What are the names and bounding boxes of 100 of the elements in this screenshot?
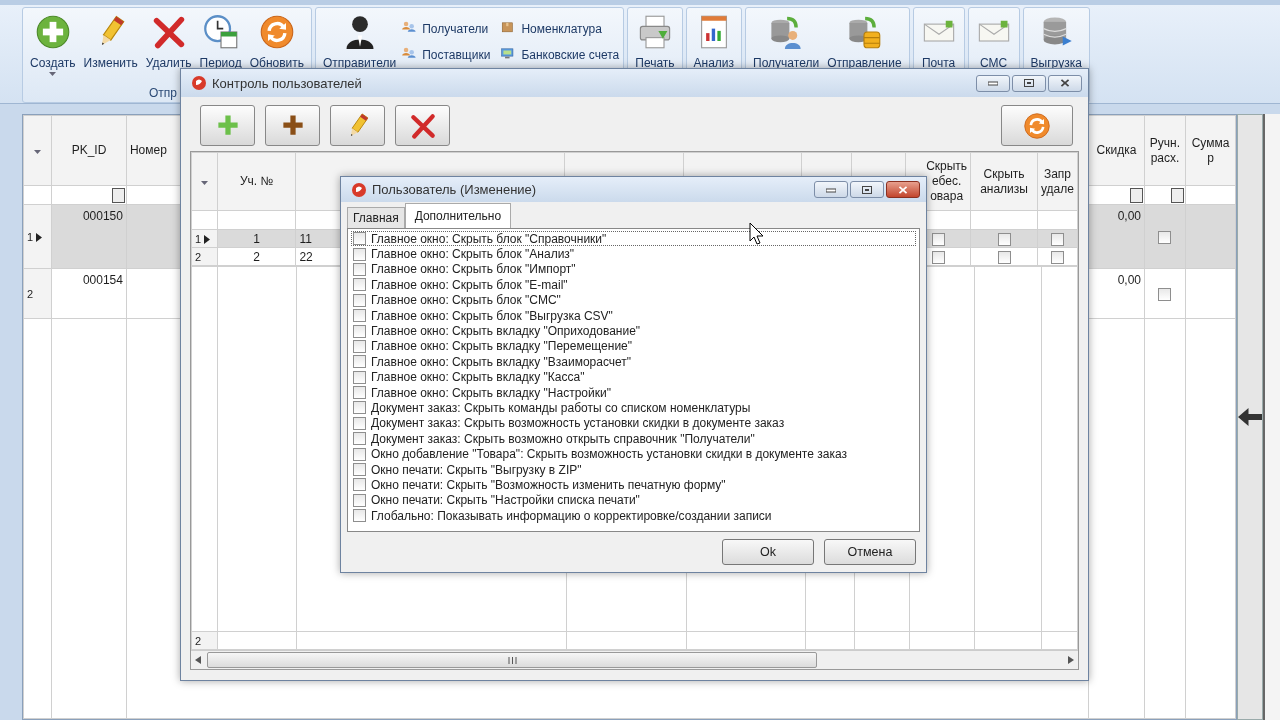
column-header[interactable]: Сумма р	[1185, 115, 1236, 186]
checkbox[interactable]	[1158, 230, 1172, 244]
column-header[interactable]: Запр удале	[1037, 152, 1078, 211]
checkbox[interactable]	[353, 370, 366, 384]
horizontal-scrollbar[interactable]	[191, 650, 1078, 669]
refresh-icon	[258, 13, 295, 50]
checkbox[interactable]	[353, 386, 366, 400]
table-cell: 2	[217, 247, 296, 266]
close-button[interactable]	[1048, 74, 1082, 92]
option-label: Главное окно: Скрыть вкладку "Оприходование"	[371, 324, 641, 339]
checkbox[interactable]	[1051, 232, 1064, 246]
filter-dropdown-button[interactable]	[1130, 187, 1143, 203]
column-header[interactable]: Уч. №	[217, 152, 296, 211]
checkbox[interactable]	[353, 232, 366, 246]
scroll-left-icon	[195, 656, 201, 664]
ribbon-button[interactable]: СМС	[972, 9, 1015, 102]
table-cell: 000150	[51, 204, 127, 269]
app-icon	[351, 181, 367, 198]
group-label: Отпр	[149, 86, 177, 100]
checkbox[interactable]	[353, 324, 366, 338]
ribbon-button[interactable]: Банковские счета	[500, 41, 620, 68]
row-number: 1	[195, 232, 202, 245]
checkbox[interactable]	[997, 232, 1011, 246]
checkbox[interactable]	[931, 250, 945, 264]
window-title: Пользователь (Изменение)	[372, 182, 538, 197]
checkbox[interactable]	[353, 463, 366, 477]
checkbox[interactable]	[353, 309, 366, 323]
app-icon	[191, 75, 207, 91]
option-label: Документ заказ: Скрыть команды работы со списком номенклатуры	[371, 401, 751, 415]
option-label: Окно печати: Скрыть "Выгрузку в ZIP"	[371, 462, 582, 477]
checkbox[interactable]	[353, 509, 366, 523]
option-label: Главное окно: Скрыть вкладку "Настройки"	[371, 385, 611, 400]
ribbon-button[interactable]: Номенклатура	[500, 15, 620, 42]
checkbox[interactable]	[353, 339, 366, 353]
cross-icon	[408, 111, 437, 140]
checkbox[interactable]	[353, 432, 366, 446]
tab[interactable]: Главная	[347, 207, 405, 228]
option-label: Главное окно: Скрыть блок "E-mail"	[371, 277, 568, 292]
caret-icon	[34, 150, 41, 154]
option-label: Окно добавление "Товара": Скрыть возможность установки скидки в документе заказ	[371, 447, 847, 462]
column-header[interactable]: PK_ID	[51, 115, 127, 186]
checkbox[interactable]	[931, 232, 945, 246]
ribbon-button[interactable]: Удалить	[142, 9, 195, 86]
maximize-icon	[862, 185, 872, 194]
checkbox[interactable]	[353, 247, 366, 261]
ribbon-button[interactable]: Почта	[917, 9, 960, 102]
checkbox[interactable]	[1158, 287, 1172, 301]
option-label: Глобально: Показывать информацию о корректировке/создании записи	[371, 508, 772, 523]
ribbon-button[interactable]: Создать	[27, 9, 79, 86]
plus-circle-icon	[34, 13, 71, 50]
window-title: Контроль пользователей	[212, 75, 363, 91]
checkbox[interactable]	[353, 416, 366, 430]
checkbox[interactable]	[1051, 250, 1064, 264]
ribbon-button[interactable]: Изменить	[80, 9, 141, 86]
close-icon	[898, 185, 908, 194]
checkbox[interactable]	[353, 401, 366, 415]
option-label: Главное окно: Скрыть блок "Выгрузка CSV"	[371, 308, 613, 323]
option-label: Документ заказ: Скрыть возможно открыть справочник "Получатели"	[371, 431, 755, 446]
checkbox[interactable]	[353, 447, 366, 461]
column-header[interactable]: Скрыть анализы	[970, 152, 1038, 211]
ok-button[interactable]: Ok	[722, 539, 814, 565]
add-button[interactable]	[200, 105, 255, 146]
option-label: Главное окно: Скрыть вкладку "Взаиморасчет"	[371, 354, 632, 369]
maximize-button[interactable]	[850, 181, 884, 198]
checkbox[interactable]	[353, 262, 366, 276]
close-button[interactable]	[886, 181, 920, 198]
column-header[interactable]: Скидка	[1088, 115, 1145, 186]
checkbox[interactable]	[353, 293, 366, 307]
grip-icon	[507, 656, 517, 664]
cancel-button[interactable]: Отмена	[824, 539, 916, 565]
ribbon-button[interactable]: Поставщики	[401, 41, 491, 68]
ribbon-button[interactable]: Получатели	[401, 15, 491, 42]
scroll-right-icon	[1068, 656, 1074, 664]
option-label: Документ заказ: Скрыть возможность установки скидки в документе заказ	[371, 416, 785, 431]
option-label: Главное окно: Скрыть блок "СМС"	[371, 293, 561, 308]
option-label: Главное окно: Скрыть вкладку "Касса"	[371, 370, 585, 385]
minimize-icon	[988, 79, 998, 87]
column-header[interactable]: Ручн. расх.	[1144, 115, 1186, 186]
filter-dropdown-button[interactable]	[111, 187, 125, 203]
add-button[interactable]	[265, 105, 320, 146]
filter-dropdown-button[interactable]	[1170, 187, 1184, 203]
row-number: 1	[27, 230, 34, 243]
tab[interactable]: Дополнительно	[404, 203, 512, 228]
maximize-icon	[1024, 79, 1034, 87]
edit-button[interactable]	[330, 105, 385, 146]
checkbox[interactable]	[353, 478, 366, 492]
delete-button[interactable]	[395, 105, 450, 146]
maximize-button[interactable]	[1012, 74, 1046, 92]
clock-calendar-icon	[202, 13, 239, 50]
checkbox[interactable]	[997, 250, 1011, 264]
checkbox[interactable]	[353, 278, 366, 292]
checkbox[interactable]	[353, 493, 366, 507]
close-icon	[1060, 79, 1070, 87]
option-label: Окно печати: Скрыть "Настройки списка печати"	[371, 493, 640, 508]
refresh-button[interactable]	[1001, 105, 1073, 146]
row-number: 2	[27, 287, 34, 300]
checkbox[interactable]	[353, 355, 366, 369]
option-label: Главное окно: Скрыть вкладку "Перемещение"	[371, 339, 633, 354]
table-cell: 000154	[51, 268, 127, 319]
table-cell: 0,00	[1088, 204, 1145, 269]
